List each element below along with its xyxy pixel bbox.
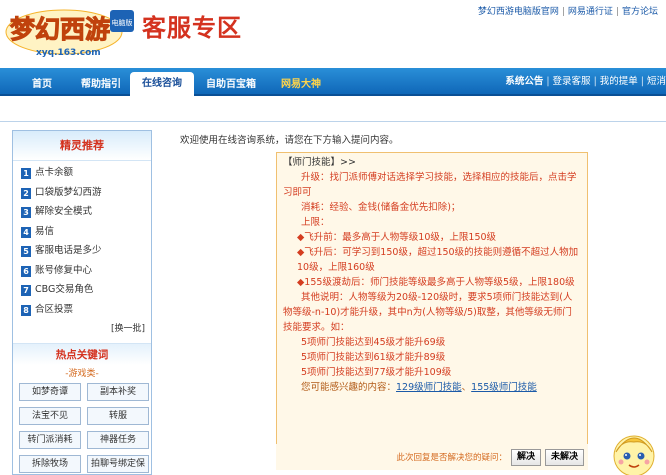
keyword-button[interactable]: 神器任务 xyxy=(87,431,149,449)
keyword-button[interactable]: 转门派消耗 xyxy=(19,431,81,449)
separator: | xyxy=(561,7,565,17)
keyword-grid: 如梦奇谭 副本补奖 法宝不见 转服 转门派消耗 神器任务 拆除牧场 拍聊号绑定保 xyxy=(13,383,151,473)
recommend-item[interactable]: 4 易信 xyxy=(21,222,151,242)
tab-self-service[interactable]: 自助百宝箱 xyxy=(198,73,264,96)
keyword-button[interactable]: 拍聊号绑定保 xyxy=(87,455,149,473)
answer-line: 5项师门技能达到77级才能升109级 xyxy=(301,367,452,378)
separator: | xyxy=(546,76,550,87)
page-title: 客服专区 xyxy=(142,13,242,42)
related-link-155[interactable]: 155级师门技能 xyxy=(471,382,537,393)
logo-graphic: 梦幻西游 电脑版 xyq.163.com xyxy=(5,9,134,58)
link-login-service[interactable]: 登录客服 xyxy=(553,76,591,87)
answer-line: 5项师门技能达到61级才能升89级 xyxy=(301,352,446,363)
link-short-message[interactable]: 短消 xyxy=(647,76,666,87)
item-number: 6 xyxy=(21,265,31,277)
sidebar: 精灵推荐 1 点卡余额 2 口袋版梦幻西游 3 解除安全模式 4 易信 5 客服电话是多少… xyxy=(12,130,152,475)
item-number: 8 xyxy=(21,304,31,316)
related-content: 您可能感兴趣的内容：129级师门技能、155级师门技能 xyxy=(301,382,537,393)
recommend-item[interactable]: 3 解除安全模式 xyxy=(21,202,151,222)
change-batch-link[interactable]: [换一批] xyxy=(13,321,151,335)
keyword-button[interactable]: 法宝不见 xyxy=(19,407,81,425)
recommend-item-label: 点卡余额 xyxy=(35,167,74,178)
recommend-item-label: 口袋版梦幻西游 xyxy=(35,186,102,198)
item-number: 1 xyxy=(21,168,31,179)
tab-help-guide[interactable]: 帮助指引 xyxy=(70,73,132,96)
recommend-item[interactable]: 6 账号修复中心 xyxy=(21,261,151,281)
recommend-item[interactable]: 8 合区投票 xyxy=(21,300,151,320)
answer-line: 上限： xyxy=(301,217,330,228)
feedback-bar: 此次回复是否解决您的疑问： 解决 未解决 xyxy=(276,444,588,470)
main-nav: 首页 帮助指引 在线咨询 自助百宝箱 网易大神 系统公告 | 登录客服 | 我的提单 | 短… xyxy=(0,68,666,98)
recommend-list: 1 点卡余额 2 口袋版梦幻西游 3 解除安全模式 4 易信 5 客服电话是多少 6 账号修… xyxy=(13,161,151,319)
separator: | xyxy=(593,76,597,87)
logo-text: 梦幻西游 xyxy=(10,15,110,44)
answer-line: 升级：找门派师傅对话选择学习技能，选择相应的技能后，点击学习即可 xyxy=(283,172,577,198)
chat-area: 欢迎使用在线咨询系统，请您在下方输入提问内容。 【师门技能】>> 升级：找门派师… xyxy=(172,130,666,475)
recommend-item[interactable]: 2 口袋版梦幻西游 xyxy=(21,183,151,203)
recommend-item-label: 客服电话是多少 xyxy=(35,245,102,256)
answer-line: 其他说明：人物等级为20级-120级时，要求5项师门技能达到(人物等级-n-10… xyxy=(283,292,573,333)
recommend-item[interactable]: 1 点卡余额 xyxy=(21,163,151,183)
recommend-item[interactable]: 5 客服电话是多少 xyxy=(21,241,151,261)
related-prefix: 您可能感兴趣的内容： xyxy=(301,382,397,393)
item-number: 5 xyxy=(21,246,31,257)
separator: | xyxy=(615,7,619,17)
answer-line: ◆飞升后：可学习到150级，超过150级的技能则遵循不超过人物加10级，上限16… xyxy=(297,247,579,273)
related-link-129[interactable]: 129级师门技能 xyxy=(396,382,462,393)
nav-right-links: 系统公告 | 登录客服 | 我的提单 | 短消 xyxy=(505,68,666,96)
keyword-button[interactable]: 转服 xyxy=(87,407,149,425)
logo-badge: 电脑版 xyxy=(112,18,133,27)
welcome-message: 欢迎使用在线咨询系统，请您在下方输入提问内容。 xyxy=(180,135,399,146)
answer-line: 5项师门技能达到45级才能升69级 xyxy=(301,337,446,348)
top-link-official-site[interactable]: 梦幻西游电脑版官网 xyxy=(478,7,559,17)
site-header: 梦幻西游 电脑版 xyq.163.com 客服专区 梦幻西游电脑版官网 | 网易通行… xyxy=(0,0,666,68)
top-link-passport[interactable]: 网易通行证 xyxy=(568,7,613,17)
tab-online-consult[interactable]: 在线咨询 xyxy=(130,72,194,98)
keyword-button[interactable]: 拆除牧场 xyxy=(19,455,81,473)
item-number: 4 xyxy=(21,226,31,238)
keyword-button[interactable]: 如梦奇谭 xyxy=(19,383,81,401)
logo-url: xyq.163.com xyxy=(36,48,101,58)
unresolved-button[interactable]: 未解决 xyxy=(544,448,584,466)
tab-home[interactable]: 首页 xyxy=(18,73,66,96)
recommend-item-label: 合区投票 xyxy=(35,303,74,315)
item-number: 2 xyxy=(21,187,31,199)
item-number: 7 xyxy=(21,285,31,296)
answer-line: ◆飞升前：最多高于人物等级10级，上限150级 xyxy=(297,232,497,243)
answer-bubble: 【师门技能】>> 升级：找门派师傅对话选择学习技能，选择相应的技能后，点击学习即… xyxy=(276,152,588,470)
keyword-category-label: -游戏类- xyxy=(65,369,99,379)
link-my-tickets[interactable]: 我的提单 xyxy=(600,76,638,87)
keyword-button[interactable]: 副本补奖 xyxy=(87,383,149,401)
mascot-avatar xyxy=(610,426,658,475)
top-links: 梦幻西游电脑版官网 | 网易通行证 | 官方论坛 xyxy=(478,4,658,17)
sub-nav-strip xyxy=(0,98,666,122)
answer-line: 消耗：经验、金钱(储备金优先扣除)； xyxy=(301,202,461,213)
answer-title: 【师门技能】>> xyxy=(283,157,356,168)
sidebar-title: 精灵推荐 xyxy=(13,131,151,161)
hot-keywords-title: 热点关键词 xyxy=(13,343,151,365)
item-number: 3 xyxy=(21,207,31,218)
link-system-notice[interactable]: 系统公告 xyxy=(505,76,543,87)
game-logo[interactable]: 梦幻西游 电脑版 xyq.163.com xyxy=(2,2,138,60)
resolved-button[interactable]: 解决 xyxy=(510,448,541,466)
tab-netease-dashen[interactable]: 网易大神 xyxy=(270,73,332,96)
recommend-item-label: CBG交易角色 xyxy=(35,284,94,295)
recommend-item-label: 易信 xyxy=(35,225,55,237)
recommend-item[interactable]: 7 CBG交易角色 xyxy=(21,280,151,300)
feedback-question: 此次回复是否解决您的疑问： xyxy=(396,453,507,463)
separator: | xyxy=(640,76,644,87)
recommend-item-label: 账号修复中心 xyxy=(35,264,93,276)
recommend-item-label: 解除安全模式 xyxy=(35,206,93,217)
mascot-icon xyxy=(613,435,655,475)
answer-line: ◆155级渡劫后：师门技能等级最多高于人物等级5级，上限180级 xyxy=(297,277,575,288)
top-link-forum[interactable]: 官方论坛 xyxy=(622,7,658,17)
